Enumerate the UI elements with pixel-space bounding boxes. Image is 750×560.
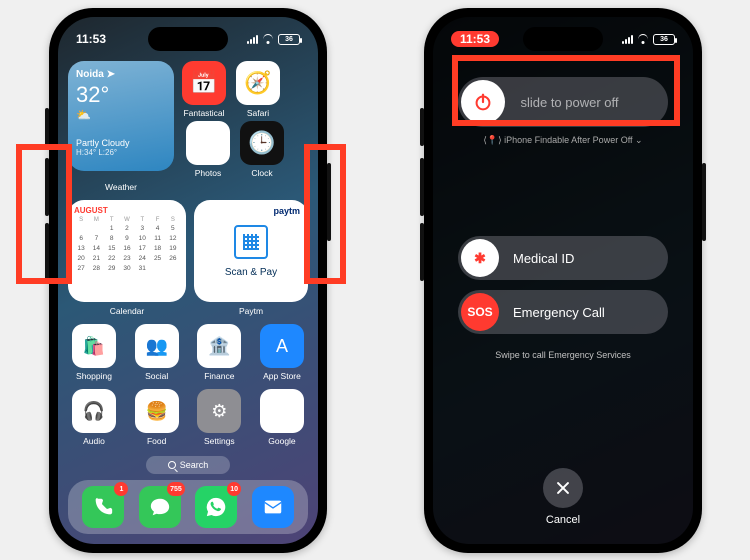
app-label: Shopping	[76, 371, 112, 381]
app-label: App Store	[263, 371, 301, 381]
google-icon: G	[260, 389, 304, 433]
app-label: Google	[268, 436, 295, 446]
status-time: 11:53	[76, 32, 106, 46]
shopping-icon: 🛍️	[72, 324, 116, 368]
paytm-widget[interactable]: paytm Scan & Pay	[194, 200, 308, 302]
medical-id-label: Medical ID	[513, 251, 574, 266]
wifi-icon	[637, 34, 649, 44]
app-label: Fantastical	[183, 108, 224, 118]
app-food[interactable]: 🍔 Food	[135, 389, 179, 446]
badge: 1	[114, 482, 128, 496]
battery-icon: 36	[278, 34, 300, 45]
phone-home-screen: 11:53 36 Noida ➤ 32° ⛅ Partly Cloudy H:3…	[49, 8, 327, 553]
app-google[interactable]: G Google	[260, 389, 304, 446]
side-button[interactable]	[702, 163, 706, 241]
findable-text: ⟨📍⟩ iPhone Findable After Power Off ⌄	[483, 135, 642, 146]
medical-id-knob[interactable]: ✱	[461, 239, 499, 277]
medical-id-slider[interactable]: ✱ Medical ID	[458, 236, 668, 280]
calendar-widget-label: Calendar	[68, 306, 186, 316]
weather-city: Noida	[76, 69, 104, 80]
app-app-store[interactable]: A App Store	[260, 324, 304, 381]
social-icon: 👥	[135, 324, 179, 368]
weather-condition: Partly Cloudy	[76, 138, 166, 148]
paytm-logo: paytm	[273, 206, 300, 216]
weather-widget[interactable]: Noida ➤ 32° ⛅ Partly Cloudy H:34° L:26°	[68, 61, 174, 171]
signal-icon	[247, 34, 258, 44]
app-shopping[interactable]: 🛍️ Shopping	[72, 324, 116, 381]
dock-messages[interactable]: 755	[139, 486, 181, 528]
highlight-power-slider	[452, 55, 680, 126]
finance-icon: 🏦	[197, 324, 241, 368]
app-label: Settings	[204, 436, 235, 446]
badge: 10	[227, 482, 241, 496]
app-label: Safari	[247, 108, 269, 118]
dock-mail[interactable]	[252, 486, 294, 528]
app-settings[interactable]: ⚙︎ Settings	[197, 389, 241, 446]
mute-switch[interactable]	[420, 108, 424, 146]
battery-icon: 36	[653, 34, 675, 45]
weather-hilo: H:34° L:26°	[76, 148, 166, 157]
volume-down-button[interactable]	[420, 223, 424, 281]
food-icon: 🍔	[135, 389, 179, 433]
cloud-icon: ⛅	[76, 108, 166, 122]
status-time: 11:53	[451, 31, 499, 47]
cancel-button[interactable]: Cancel	[543, 468, 583, 526]
qr-icon	[234, 225, 268, 259]
dock-whatsapp[interactable]: 10	[195, 486, 237, 528]
photos-icon: ❋	[186, 121, 230, 165]
signal-icon	[622, 34, 633, 44]
app-row-4: 🎧 Audio 🍔 Food ⚙︎ Settings G Google	[68, 389, 308, 446]
dynamic-island[interactable]	[523, 27, 603, 51]
location-arrow-icon: ➤	[107, 69, 115, 80]
wifi-icon	[262, 34, 274, 44]
safari-icon: 🧭	[236, 61, 280, 105]
app-label: Photos	[195, 168, 221, 178]
swipe-hint: Swipe to call Emergency Services	[495, 350, 631, 360]
dock-phone[interactable]: 1	[82, 486, 124, 528]
dynamic-island[interactable]	[148, 27, 228, 51]
close-icon	[543, 468, 583, 508]
app-label: Audio	[83, 436, 105, 446]
emergency-call-label: Emergency Call	[513, 305, 605, 320]
search-icon	[168, 461, 176, 469]
sos-knob[interactable]: SOS	[461, 293, 499, 331]
app-clock[interactable]: 🕒 Clock	[240, 121, 284, 178]
search-label: Search	[180, 460, 209, 470]
paytm-widget-label: Paytm	[194, 306, 308, 316]
weather-temp: 32°	[76, 82, 166, 108]
app-label: Clock	[251, 168, 272, 178]
app-label: Social	[145, 371, 168, 381]
calendar-widget[interactable]: AUGUST SMTWTFS12345678910111213141516171…	[68, 200, 186, 302]
emergency-call-slider[interactable]: SOS Emergency Call	[458, 290, 668, 334]
app-label: Food	[147, 436, 166, 446]
calendar-month: AUGUST	[74, 206, 180, 215]
app-finance[interactable]: 🏦 Finance	[197, 324, 241, 381]
fantastical-icon: 📅	[182, 61, 226, 105]
app-audio[interactable]: 🎧 Audio	[72, 389, 116, 446]
volume-up-button[interactable]	[420, 158, 424, 216]
calendar-grid: SMTWTFS123456789101112131415161718192021…	[74, 217, 180, 273]
cancel-label: Cancel	[546, 514, 580, 526]
settings-icon: ⚙︎	[197, 389, 241, 433]
paytm-caption: Scan & Pay	[225, 267, 277, 278]
app store-icon: A	[260, 324, 304, 368]
app-label: Finance	[204, 371, 234, 381]
audio-icon: 🎧	[72, 389, 116, 433]
search-button[interactable]: Search	[146, 456, 230, 474]
weather-widget-label: Weather	[68, 182, 174, 192]
app-row-3: 🛍️ Shopping 👥 Social 🏦 Finance A App Store	[68, 324, 308, 381]
clock-icon: 🕒	[240, 121, 284, 165]
dock: 1 755 10	[68, 480, 308, 534]
mute-switch[interactable]	[45, 108, 49, 146]
highlight-volume-buttons	[16, 144, 72, 284]
badge: 755	[167, 482, 185, 496]
app-social[interactable]: 👥 Social	[135, 324, 179, 381]
highlight-side-button	[304, 144, 346, 284]
app-photos[interactable]: ❋ Photos	[186, 121, 230, 178]
